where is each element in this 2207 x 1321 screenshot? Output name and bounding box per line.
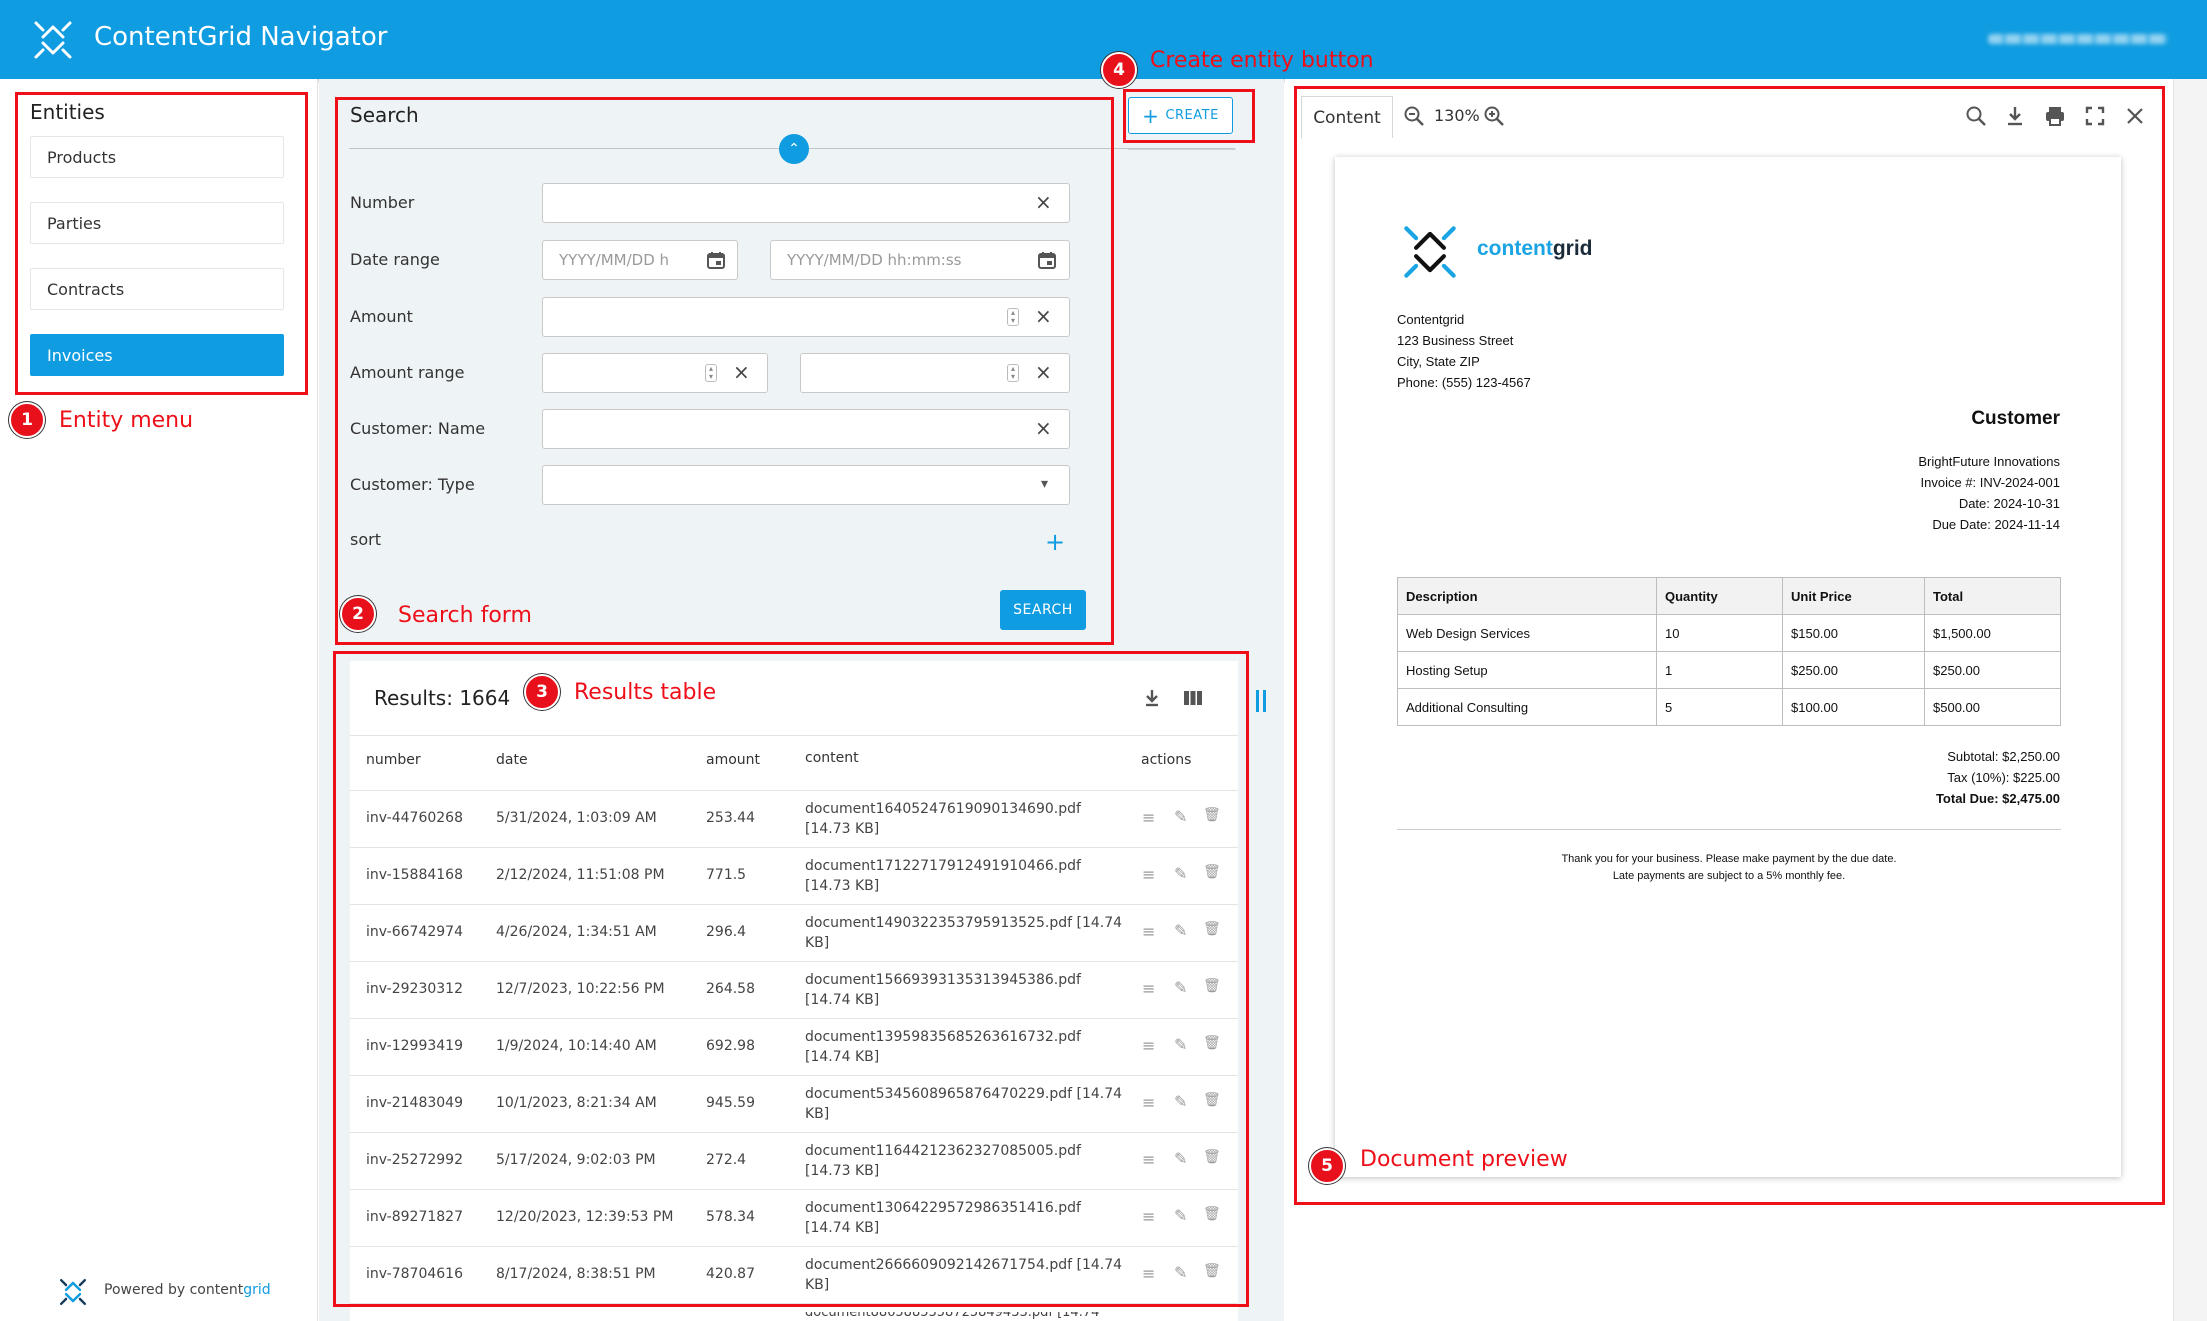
create-divider [1128,149,1236,150]
contentgrid-small-logo-icon [59,1278,87,1306]
annotation-box-results-table [333,651,1249,1307]
annotation-label: Create entity button [1150,48,1374,73]
annotation-box-entity-menu [15,92,308,395]
annotation-badge: 3 [524,674,560,710]
annotation-badge: 4 [1101,52,1137,88]
contentgrid-logo-icon[interactable] [30,17,76,63]
annotation-box-create-button [1123,89,1255,143]
annotation-label: Results table [574,680,717,705]
powered-by-footer[interactable]: Powered by contentgrid [104,1282,271,1298]
powered-by-text: Powered by content [104,1282,244,1298]
powered-by-brand: grid [243,1282,271,1298]
annotation-label: Search form [398,603,532,628]
annotation-label: Entity menu [59,408,194,433]
annotation-box-document-preview [1294,86,2165,1205]
annotation-badge: 5 [1309,1148,1345,1184]
panel-resize-handle[interactable] [1256,690,1266,712]
annotation-badge: 2 [340,596,376,632]
user-menu[interactable] [1988,34,2168,44]
page-scrollbar[interactable] [2173,79,2207,1321]
partial-row-text: document8865885358725849433.pdf [14.74 [805,1312,1100,1320]
app-title: ContentGrid Navigator [94,22,388,52]
annotation-badge: 1 [9,402,45,438]
annotation-label: Document preview [1360,1147,1568,1172]
annotation-box-search-form [335,97,1114,645]
partial-row-content: document8865885358725849433.pdf [14.74 [805,1312,1125,1321]
